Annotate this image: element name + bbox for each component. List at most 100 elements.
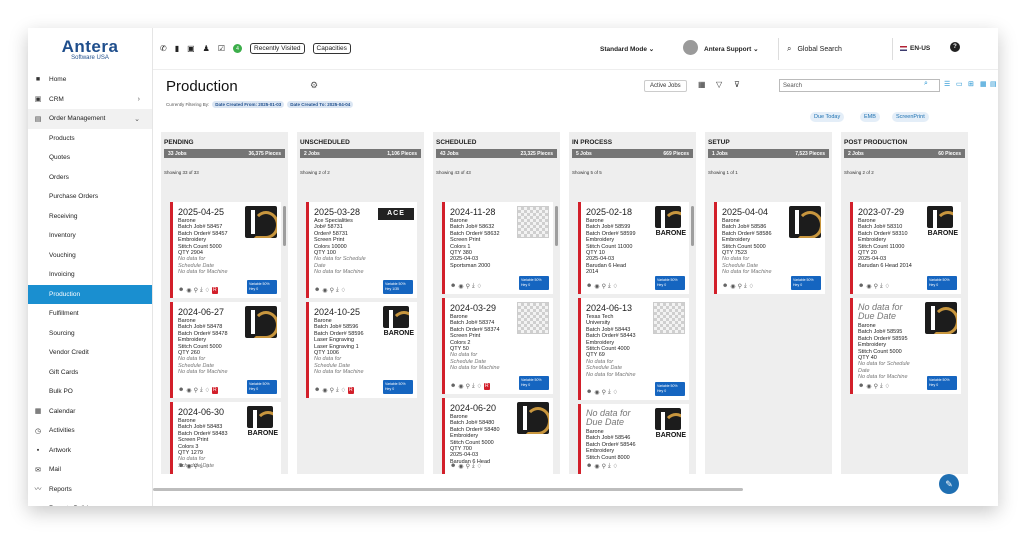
attachment-icon[interactable]: ⚲ (194, 387, 198, 394)
sidebar-item-vouching[interactable]: Vouching (28, 246, 152, 266)
eye-icon[interactable]: ◉ (186, 463, 191, 470)
attachment-icon[interactable]: ⚲ (602, 283, 606, 290)
sidebar-item-inventory[interactable]: Inventory (28, 226, 152, 246)
sidebar-item-home[interactable]: ■ Home (28, 70, 152, 90)
bell-icon[interactable]: ♢ (341, 387, 346, 394)
sidebar-item-purchase-orders[interactable]: Purchase Orders (28, 187, 152, 207)
calendar-view-icon[interactable]: ▦ (980, 80, 987, 88)
download-icon[interactable]: ⤓ (472, 383, 475, 390)
filter-chip-from[interactable]: Date Created From: 2025-01-03 (212, 101, 285, 108)
user-icon[interactable]: ♟ (203, 44, 210, 53)
sidebar-item-fulfillment[interactable]: Fulfillment (28, 304, 152, 324)
antera-logo[interactable]: Antera Software USA (28, 28, 152, 70)
quick-filter-emb[interactable]: EMB (860, 112, 880, 122)
search-icon[interactable]: ⌕ (924, 80, 928, 88)
user-menu[interactable]: Antera Support ⌄ (704, 45, 759, 53)
bell-icon[interactable]: ♢ (613, 283, 618, 290)
notification-count-badge[interactable]: 4 (233, 44, 243, 53)
filter-clear-icon[interactable]: ⊽ (734, 80, 740, 89)
download-icon[interactable]: ⤓ (472, 283, 475, 290)
download-icon[interactable]: ⤓ (608, 389, 611, 396)
sidebar-item-receiving[interactable]: Receiving (28, 207, 152, 227)
attachment-icon[interactable]: ⚲ (602, 389, 606, 396)
download-icon[interactable]: ⤓ (880, 383, 883, 390)
attachment-icon[interactable]: ⚲ (874, 283, 878, 290)
bell-icon[interactable]: ♢ (477, 283, 482, 290)
user-icon[interactable]: ☻ (858, 283, 864, 290)
user-icon[interactable]: ☻ (314, 287, 320, 294)
rush-icon[interactable]: R (348, 387, 354, 394)
recently-visited-button[interactable]: Recently Visited (250, 43, 305, 54)
job-card[interactable]: 2023-07-29 Barone Batch Job# 58310 Batch Or… (850, 202, 961, 294)
attachment-icon[interactable]: ⚲ (602, 463, 606, 470)
user-icon[interactable]: ☻ (722, 283, 728, 290)
progress-badge[interactable]: Variable 50% Hey 0 (655, 382, 685, 396)
progress-badge[interactable]: Variable 50% Hey 0 (791, 276, 821, 290)
bell-icon[interactable]: ♢ (205, 287, 210, 294)
language-selector[interactable]: EN-US (900, 45, 930, 52)
job-card[interactable]: 2025-03-28 Ace Specialities Job# 58731 Orde… (306, 202, 417, 298)
eye-icon[interactable]: ◉ (458, 463, 463, 470)
briefcase-icon[interactable]: ▣ (187, 44, 195, 53)
bell-icon[interactable]: ♢ (341, 287, 346, 294)
board-view-icon[interactable]: ⊞ (968, 80, 974, 88)
download-icon[interactable]: ⤓ (200, 463, 203, 470)
attachment-icon[interactable]: ⚲ (194, 463, 198, 470)
attachment-icon[interactable]: ⚲ (466, 283, 470, 290)
bell-icon[interactable]: ♢ (885, 283, 890, 290)
job-card[interactable]: 2025-04-04 Barone Batch Job# 58586 Batch Or… (714, 202, 825, 294)
download-icon[interactable]: ⤓ (472, 463, 475, 470)
progress-badge[interactable]: Variable 50% Hey 0 (519, 276, 549, 290)
progress-badge[interactable]: Variable 50% Hey 0 (247, 280, 277, 294)
global-search[interactable]: ⌕ Global Search (778, 38, 893, 60)
download-icon[interactable]: ⤓ (200, 287, 203, 294)
progress-badge[interactable]: Variable 50% Hey 0 (383, 380, 413, 394)
eye-icon[interactable]: ◉ (458, 283, 463, 290)
job-card[interactable]: 2024-06-13 Texas Tech University Batch Job#… (578, 298, 689, 400)
column-scrollbar[interactable] (555, 206, 558, 246)
user-icon[interactable]: ☻ (450, 383, 456, 390)
sidebar-item-vendor-credit[interactable]: Vendor Credit (28, 343, 152, 363)
user-icon[interactable]: ☻ (450, 463, 456, 470)
eye-icon[interactable]: ◉ (866, 283, 871, 290)
card-view-icon[interactable]: ▭ (956, 80, 963, 88)
user-icon[interactable]: ☻ (858, 383, 864, 390)
sidebar-item-invoicing[interactable]: Invoicing (28, 265, 152, 285)
eye-icon[interactable]: ◉ (866, 383, 871, 390)
eye-icon[interactable]: ◉ (322, 387, 327, 394)
progress-badge[interactable]: Variable 50% Hey 0 (927, 376, 957, 390)
eye-icon[interactable]: ◉ (322, 287, 327, 294)
sidebar-item-gift-cards[interactable]: Gift Cards (28, 363, 152, 383)
eye-icon[interactable]: ◉ (186, 387, 191, 394)
user-icon[interactable]: ☻ (586, 283, 592, 290)
job-card[interactable]: 2024-11-28 Barone Batch Job# 58632 Batch Or… (442, 202, 553, 294)
sidebar-item-production[interactable]: Production (28, 284, 152, 304)
quick-filter-due-today[interactable]: Due Today (810, 112, 845, 122)
job-card[interactable]: No data for Due Date Barone Batch Job# 585… (850, 298, 961, 394)
user-icon[interactable]: ☻ (178, 387, 184, 394)
attachment-icon[interactable]: ⚲ (330, 387, 334, 394)
job-card[interactable]: 2024-06-20 Barone Batch Job# 58480 Batch Or… (442, 398, 553, 474)
job-card[interactable]: 2025-04-25 Barone Batch Job# 58457 Batch Or… (170, 202, 281, 298)
help-icon[interactable]: ? (950, 42, 960, 52)
user-icon[interactable]: ☻ (314, 387, 320, 394)
eye-icon[interactable]: ◉ (730, 283, 735, 290)
bell-icon[interactable]: ♢ (885, 383, 890, 390)
progress-badge[interactable]: Variable 50% Hey 1/35 (383, 280, 413, 294)
sidebar-item-crm[interactable]: ▣ CRM › (28, 90, 152, 110)
active-jobs-button[interactable]: Active Jobs (644, 80, 687, 92)
bell-icon[interactable]: ♢ (205, 387, 210, 394)
user-icon[interactable]: ☻ (178, 463, 184, 470)
sidebar-item-reports[interactable]: 〰 Reports (28, 480, 152, 500)
job-card[interactable]: 2025-02-18 Barone Batch Job# 58599 Batch Or… (578, 202, 689, 294)
sidebar-item-products[interactable]: Products (28, 129, 152, 149)
filter-chip-to[interactable]: Date Created To: 2025-04-04 (287, 101, 354, 108)
eye-icon[interactable]: ◉ (594, 463, 599, 470)
column-scrollbar[interactable] (691, 206, 694, 246)
column-scrollbar[interactable] (283, 206, 286, 246)
rush-icon[interactable]: R (212, 387, 218, 394)
bell-icon[interactable]: ♢ (205, 463, 210, 470)
download-icon[interactable]: ⤓ (336, 387, 339, 394)
sidebar-item-reports-builder[interactable]: ✎ Reports Builder (28, 499, 152, 506)
filter-icon[interactable]: ▽ (716, 80, 722, 89)
